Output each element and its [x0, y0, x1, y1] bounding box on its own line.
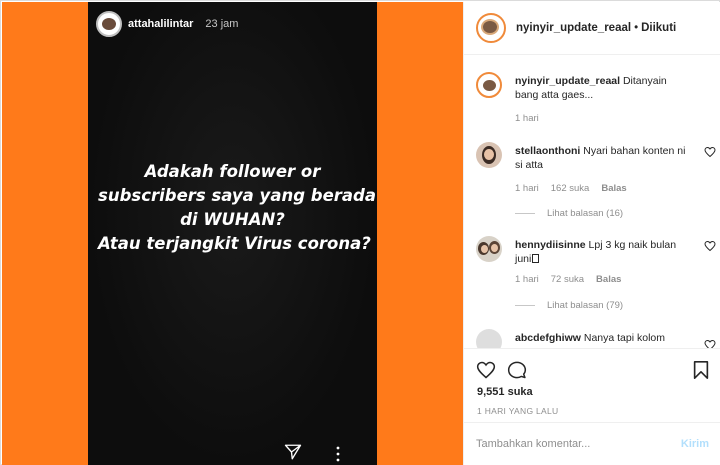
story-text: Adakah follower or subscribers saya yang…: [88, 160, 377, 256]
post-header: nyinyir_update_reaal • Diikuti: [464, 2, 720, 55]
post-sidebar: nyinyir_update_reaal • Diikuti nyinyir_u…: [463, 2, 720, 465]
story-screenshot: attahalilintar 23 jam Adakah follower or…: [88, 2, 377, 465]
commenter-username[interactable]: stellaonthoni: [515, 145, 580, 157]
story-time: 23 jam: [205, 18, 239, 30]
post-media: attahalilintar 23 jam Adakah follower or…: [2, 2, 463, 465]
like-comment-heart-icon[interactable]: [704, 240, 716, 252]
send-icon: [284, 444, 302, 460]
view-replies-button[interactable]: Lihat balasan (79): [515, 300, 623, 311]
comment-likes[interactable]: 162 suka: [551, 183, 590, 194]
comment-text: Nanya tapi kolom: [583, 332, 665, 344]
view-replies-button[interactable]: Lihat balasan (16): [515, 208, 623, 219]
replies-divider: [515, 305, 535, 306]
comment-body: stellaonthoni Nyari bahan konten ni si a…: [515, 144, 690, 172]
comment-bubble-icon[interactable]: [507, 360, 527, 380]
author-avatar[interactable]: [476, 13, 506, 43]
post-actions: 9,551 suka 1 HARI YANG LALU: [464, 348, 720, 421]
story-username: attahalilintar: [128, 18, 194, 30]
story-text-line: Atau terjangkit Virus corona?: [98, 234, 371, 253]
like-comment-heart-icon[interactable]: [704, 146, 716, 158]
commenter-avatar[interactable]: [476, 329, 502, 348]
comment-body: abcdefghiww Nanya tapi kolom: [515, 331, 690, 345]
comment-time[interactable]: 1 hari: [515, 183, 539, 194]
comment-input[interactable]: [476, 438, 681, 450]
story-text-line: subscribers saya yang berada: [98, 186, 376, 205]
caption-time[interactable]: 1 hari: [515, 113, 539, 124]
view-replies-label[interactable]: Lihat balasan (16): [547, 208, 623, 219]
commenter-avatar[interactable]: [476, 142, 502, 168]
commenter-username[interactable]: abcdefghiww: [515, 332, 581, 344]
view-replies-label[interactable]: Lihat balasan (79): [547, 300, 623, 311]
commenter-username[interactable]: hennydiisinne: [515, 239, 586, 251]
like-heart-icon[interactable]: [476, 360, 496, 380]
post-date[interactable]: 1 HARI YANG LALU: [477, 406, 559, 416]
reply-button[interactable]: Balas: [601, 183, 626, 194]
post-modal: attahalilintar 23 jam Adakah follower or…: [0, 0, 720, 465]
reply-button[interactable]: Balas: [596, 274, 621, 285]
caption-avatar[interactable]: [476, 72, 502, 98]
caption-meta: 1 hari: [515, 113, 539, 124]
emoji-placeholder-icon: [532, 254, 540, 263]
caption-username[interactable]: nyinyir_update_reaal: [515, 75, 620, 87]
replies-divider: [515, 213, 535, 214]
comment-meta: 1 hari 162 suka Balas: [515, 183, 627, 194]
header-separator: •: [634, 22, 639, 34]
comment-composer: Kirim: [464, 422, 720, 465]
author-username[interactable]: nyinyir_update_reaal: [516, 22, 631, 34]
follow-status-button[interactable]: Diikuti: [641, 22, 676, 34]
story-header: attahalilintar 23 jam: [96, 11, 238, 37]
bookmark-icon[interactable]: [692, 360, 710, 380]
commenter-avatar[interactable]: [476, 236, 502, 262]
story-avatar: [96, 11, 122, 37]
comments-list[interactable]: nyinyir_update_reaal Ditanyain bang atta…: [464, 56, 720, 348]
comment-body: hennydiisinne Lpj 3 kg naik bulan juni: [515, 238, 690, 266]
story-text-line: Adakah follower or: [144, 162, 321, 181]
likes-count[interactable]: 9,551 suka: [477, 386, 533, 398]
comment-time[interactable]: 1 hari: [515, 274, 539, 285]
comment-meta: 1 hari 72 suka Balas: [515, 274, 621, 285]
like-comment-heart-icon[interactable]: [704, 339, 716, 348]
post-comment-button[interactable]: Kirim: [681, 438, 709, 450]
caption-body: nyinyir_update_reaal Ditanyain bang atta…: [515, 74, 690, 102]
story-text-line: di WUHAN?: [180, 210, 285, 229]
more-vertical-icon: [336, 446, 340, 462]
comment-likes[interactable]: 72 suka: [551, 274, 584, 285]
